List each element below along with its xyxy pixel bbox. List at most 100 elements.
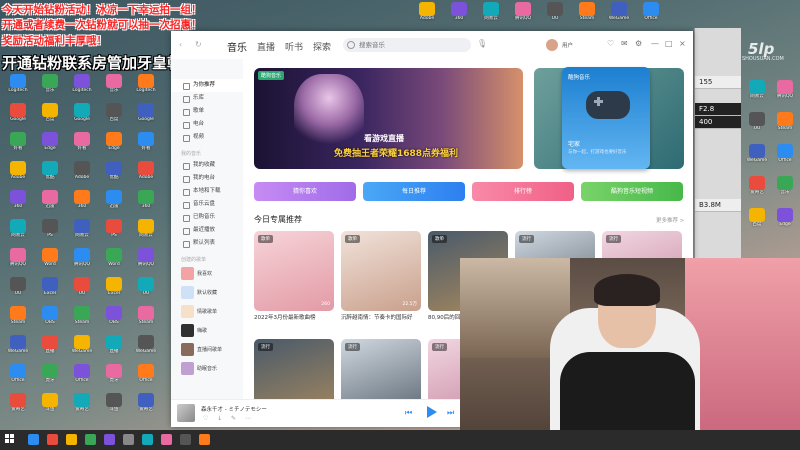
settings-icon[interactable]: ⚙ [635, 39, 642, 48]
comment-icon[interactable]: ✎ [231, 415, 236, 422]
next-track-icon[interactable]: ⏭ [447, 408, 454, 418]
desktop-icon-label: Office [75, 378, 89, 383]
desktop-icon[interactable]: 爱奇艺 [67, 393, 97, 427]
quick-guess-button[interactable]: 猜你喜欢 [254, 182, 356, 201]
desktop-icon[interactable]: 爱奇艺 [3, 393, 33, 427]
more-icon[interactable]: ⋯ [245, 415, 251, 422]
sidebar-playlist-item[interactable]: 我喜欢 [171, 265, 243, 284]
taskbar-app-icon[interactable] [66, 434, 77, 445]
desktop-icon[interactable]: 音乐 [770, 176, 800, 210]
desktop-icon[interactable]: 爱奇艺 [131, 393, 161, 427]
desktop-icon-label: 腾讯QQ [73, 262, 91, 267]
minimize-icon[interactable]: — [651, 39, 659, 48]
taskbar-app-icon[interactable] [161, 434, 172, 445]
music-sidebar: 为你推荐 乐库 歌单 电台 视频 我的音乐 我的收藏 我的电台 本地和下载 音乐云盘已… [171, 59, 243, 399]
game-promo-card[interactable]: 酷狗音乐 宅家 与你一起，打游戏也要好音乐 [562, 67, 650, 169]
recommend-card[interactable]: 歌单 260 [254, 231, 334, 311]
desktop-icon[interactable]: 网易云 [742, 80, 772, 114]
sidebar-item-mine[interactable]: 音乐云盘 [171, 198, 243, 211]
sidebar-item-library[interactable]: 乐库 [171, 92, 243, 105]
track-title[interactable]: 森永千才 - ミチノテモシー [201, 405, 267, 413]
play-icon[interactable] [427, 406, 437, 418]
taskbar-app-icon[interactable] [28, 434, 39, 445]
previous-track-icon[interactable]: ⏮ [405, 408, 412, 418]
maximize-icon[interactable]: □ [665, 39, 673, 48]
desktop-icon-label: WeGame [608, 16, 630, 21]
app-icon [777, 176, 793, 190]
app-icon [483, 2, 499, 16]
playlist-cover [181, 362, 194, 375]
skin-icon[interactable]: ♡ [607, 39, 614, 48]
quick-daily-button[interactable]: 每日推荐 [363, 182, 465, 201]
app-icon [74, 335, 90, 349]
sidebar-item-mine[interactable]: 最近播放 [171, 224, 243, 237]
taskbar-app-icon[interactable] [142, 434, 153, 445]
taskbar-app-icon[interactable] [104, 434, 115, 445]
sidebar-item-mine[interactable]: 我的收藏 [171, 159, 243, 172]
tab-music[interactable]: 音乐 [227, 39, 247, 54]
app-icon [777, 144, 793, 158]
sidebar-item-label: 默认列表 [193, 240, 216, 246]
download-icon[interactable]: ↓ [217, 415, 222, 422]
sidebar-item-playlists[interactable]: 歌单 [171, 105, 243, 118]
like-icon[interactable]: ♡ [203, 415, 208, 422]
desktop-icon-label: Steam [138, 320, 154, 325]
desktop-icon-label: 爱奇艺 [750, 190, 764, 195]
desktop-icon[interactable]: WeGame [742, 144, 772, 178]
desktop-icon[interactable]: 腾讯QQ [770, 80, 800, 114]
card-caption[interactable]: 沉醉越南情：节奏卡的国际好 [341, 314, 421, 322]
library-icon [183, 96, 190, 103]
desktop-icon[interactable]: UU [742, 112, 772, 146]
back-icon[interactable]: ‹ [179, 40, 182, 49]
sidebar-item-mine[interactable]: 我的电台 [171, 172, 243, 185]
hero-banner[interactable]: 酷狗音乐 看游戏直播 免费抽王者荣耀1688点券福利 [254, 68, 523, 169]
quick-video-button[interactable]: 酷狗音乐短视频 [581, 182, 683, 201]
card-play-count: 260 [321, 302, 330, 307]
sidebar-playlist-item[interactable]: 默认收藏 [171, 284, 243, 303]
desktop-icon[interactable]: 斗鱼 [35, 393, 65, 427]
taskbar-app-icon[interactable] [47, 434, 58, 445]
taskbar-app-icon[interactable] [180, 434, 191, 445]
search-input[interactable] [357, 40, 461, 50]
desktop-icon[interactable]: 爱奇艺 [742, 176, 772, 210]
start-button[interactable] [5, 434, 15, 444]
app-icon [10, 248, 26, 262]
sidebar-item-video[interactable]: 视频 [171, 131, 243, 144]
sidebar-playlist-item[interactable]: 直播间歌单 [171, 341, 243, 360]
refresh-icon[interactable]: ↻ [195, 40, 202, 49]
desktop-icon-label: Adobe [138, 175, 154, 180]
sidebar-item-recommend[interactable]: 为你推荐 [171, 79, 243, 92]
taskbar-app-icon[interactable] [199, 434, 210, 445]
album-cover[interactable] [177, 404, 195, 422]
tab-explore[interactable]: 探索 [313, 40, 331, 53]
tab-live[interactable]: 直播 [257, 40, 275, 53]
desktop-icon[interactable]: Office [770, 144, 800, 178]
sidebar-item-mine[interactable]: 本地和下载 [171, 185, 243, 198]
sidebar-playlist-item[interactable]: 嗨歌 [171, 322, 243, 341]
taskbar-app-icon[interactable] [85, 434, 96, 445]
promo-banner-3: 奖励活动福利丰厚哦！ [2, 35, 107, 47]
sidebar-playlist-item[interactable]: 助眠音乐 [171, 360, 243, 379]
taskbar-app-icon[interactable] [123, 434, 134, 445]
username[interactable]: 用户 [562, 41, 573, 49]
quick-chart-button[interactable]: 排行榜 [472, 182, 574, 201]
promo-banner-1: 今天开始钻粉活动！冰凉一下幸运拍一组！ [2, 4, 202, 16]
card-caption[interactable]: 2022年3月份最新歌曲榜 [254, 314, 334, 322]
sidebar-item-mine[interactable]: 已购音乐 [171, 211, 243, 224]
avatar[interactable] [546, 39, 558, 51]
section-more-link[interactable]: 更多推荐 > [656, 216, 684, 224]
search-box[interactable] [343, 38, 471, 52]
microphone-icon[interactable]: 🎙 [477, 39, 487, 48]
mail-icon[interactable]: ✉ [621, 39, 628, 48]
recommend-card[interactable]: 歌单 22.5万 [341, 231, 421, 311]
tab-audiobook[interactable]: 听书 [285, 40, 303, 53]
sidebar-item-radio[interactable]: 电台 [171, 118, 243, 131]
desktop-icon-label: Steam [579, 16, 595, 21]
desktop-icon[interactable]: 百度 [742, 208, 772, 242]
sidebar-item-mine[interactable]: 默认列表 [171, 237, 243, 250]
desktop-icon[interactable]: 斗鱼 [99, 393, 129, 427]
close-icon[interactable]: × [679, 39, 686, 48]
sidebar-playlist-item[interactable]: 情歌歌单 [171, 303, 243, 322]
desktop-icon[interactable]: Edge [770, 208, 800, 242]
desktop-icon[interactable]: Steam [770, 112, 800, 146]
